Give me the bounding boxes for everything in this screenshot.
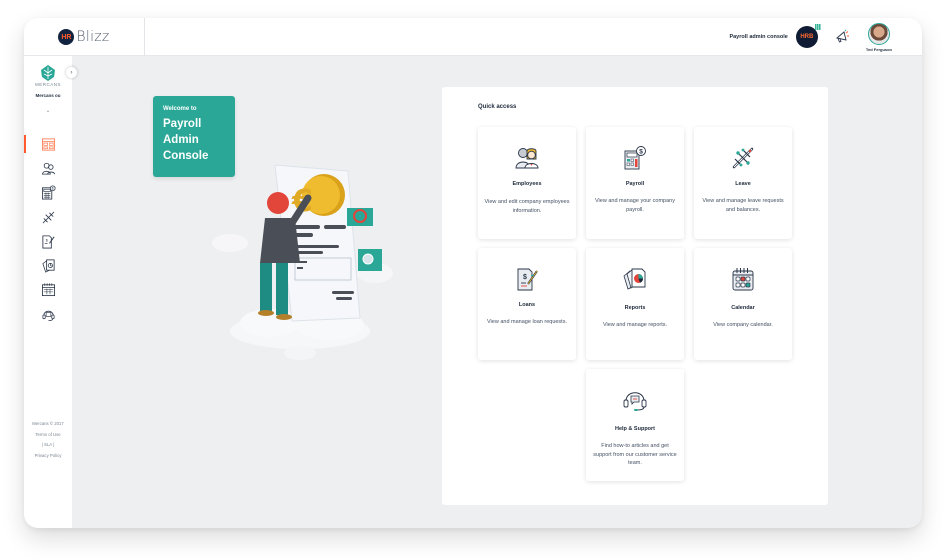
user-menu[interactable]: Ted Ferguson: [865, 22, 892, 52]
tile-title: Employees: [512, 181, 542, 187]
payroll-calculator-icon: $: [41, 185, 56, 200]
org-logo-icon: [41, 65, 55, 81]
welcome-title-line: Admin: [163, 134, 199, 146]
tile-description: View and manage loan requests.: [486, 319, 567, 325]
sidebar-nav: $ $: [24, 132, 72, 326]
sla-link[interactable]: | SLA |: [24, 440, 72, 451]
headset-icon: [623, 392, 647, 411]
tile-help-support[interactable]: Help & Support Find how-to articles and …: [586, 369, 684, 481]
hr-badge-icon: HR: [58, 29, 75, 45]
sidebar-footer: Mercans © 2017 Terms of Use | SLA | Priv…: [24, 419, 72, 461]
org-name: Mercans ou: [35, 93, 61, 98]
quick-access-panel: Quick access Employees View and edit com…: [442, 87, 828, 505]
privacy-link[interactable]: Privacy Policy: [24, 451, 72, 462]
terms-link[interactable]: Terms of Use: [24, 430, 72, 441]
sidebar-item-reports[interactable]: [24, 253, 72, 277]
chevron-right-icon: ›: [70, 69, 73, 76]
tile-leave[interactable]: Leave View and manage leave requests and…: [694, 127, 792, 239]
apps-grid-icon: [814, 24, 821, 30]
calendar-icon: [732, 268, 754, 291]
employees-icon: [515, 148, 539, 169]
tile-description: View company calendar.: [713, 322, 773, 328]
sidebar-item-help[interactable]: [24, 302, 72, 326]
airplane-icon: [732, 147, 754, 169]
tile-loans[interactable]: $ Loans View and manage loan requests.: [478, 248, 576, 360]
tile-title: Calendar: [731, 305, 755, 311]
payroll-illustration: €: [212, 164, 393, 360]
tile-title: Reports: [624, 305, 646, 311]
sidebar-item-employees[interactable]: [24, 156, 72, 180]
dashboard-icon: [41, 138, 55, 151]
sidebar-item-leave[interactable]: [24, 205, 72, 229]
app-logo[interactable]: HR Blizz: [24, 18, 145, 56]
calendar-icon: [41, 283, 55, 297]
sync-badge-icon: [347, 208, 373, 226]
company-logo-text: HRB: [800, 34, 814, 40]
welcome-title-line: Payroll: [163, 118, 202, 130]
payroll-calculator-icon: $: [624, 146, 646, 170]
sidebar-collapse-button[interactable]: ›: [66, 67, 77, 78]
app-window: HR Blizz Payroll admin console HRB Ted F…: [24, 18, 922, 528]
user-name: Ted Ferguson: [865, 46, 892, 52]
svg-text:$: $: [639, 149, 643, 156]
tile-description: View and manage leave requests and balan…: [702, 198, 784, 213]
tile-title: Help & Support: [614, 426, 656, 432]
sidebar: MERCANS Mercans ou ⌄ › $ $ Mercans © 201…: [24, 56, 77, 528]
employees-icon: [41, 162, 55, 175]
headset-icon: [42, 310, 54, 321]
chevron-down-icon[interactable]: ⌄: [24, 107, 72, 114]
tile-title: Leave: [735, 181, 751, 187]
sidebar-item-dashboard[interactable]: [24, 132, 72, 156]
tile-description: Find how-to articles and get support fro…: [593, 443, 677, 466]
tile-title: Payroll: [625, 181, 645, 187]
console-label: Payroll admin console: [729, 34, 788, 40]
analytics-badge-icon: [358, 249, 382, 271]
sidebar-item-calendar[interactable]: [24, 278, 72, 302]
org-wordmark: MERCANS: [34, 82, 61, 87]
quick-access-title: Quick access: [478, 104, 517, 110]
copyright-text: Mercans © 2017: [32, 421, 64, 426]
tile-reports[interactable]: Reports View and manage reports.: [586, 248, 684, 360]
tile-description: View and edit company employees informat…: [484, 199, 570, 214]
welcome-subtitle: Welcome to: [163, 106, 197, 112]
company-switcher[interactable]: HRB: [795, 24, 821, 48]
sidebar-item-payroll[interactable]: $: [24, 181, 72, 205]
megaphone-icon[interactable]: [834, 29, 850, 45]
loan-document-icon: $: [517, 268, 538, 291]
tile-title: Loans: [518, 302, 536, 308]
svg-text:$: $: [523, 274, 527, 281]
header-actions: Payroll admin console HRB Ted Ferguson: [729, 18, 892, 56]
app-name: Blizz: [76, 29, 110, 45]
tile-description: View and manage reports.: [602, 322, 668, 328]
tile-calendar[interactable]: Calendar View company calendar.: [694, 248, 792, 360]
reports-icon: [41, 259, 55, 273]
sidebar-item-loans[interactable]: $: [24, 229, 72, 253]
reports-icon: [623, 268, 646, 290]
svg-text:$: $: [45, 238, 48, 242]
loan-document-icon: $: [41, 235, 55, 249]
tile-employees[interactable]: Employees View and edit company employee…: [478, 127, 576, 239]
avatar: [867, 22, 890, 45]
tile-description: View and manage your company payroll.: [594, 198, 675, 213]
airplane-icon: [42, 211, 54, 223]
tile-payroll[interactable]: $ Payroll View and manage your company p…: [586, 127, 684, 239]
top-bar: HR Blizz Payroll admin console HRB Ted F…: [24, 18, 922, 56]
